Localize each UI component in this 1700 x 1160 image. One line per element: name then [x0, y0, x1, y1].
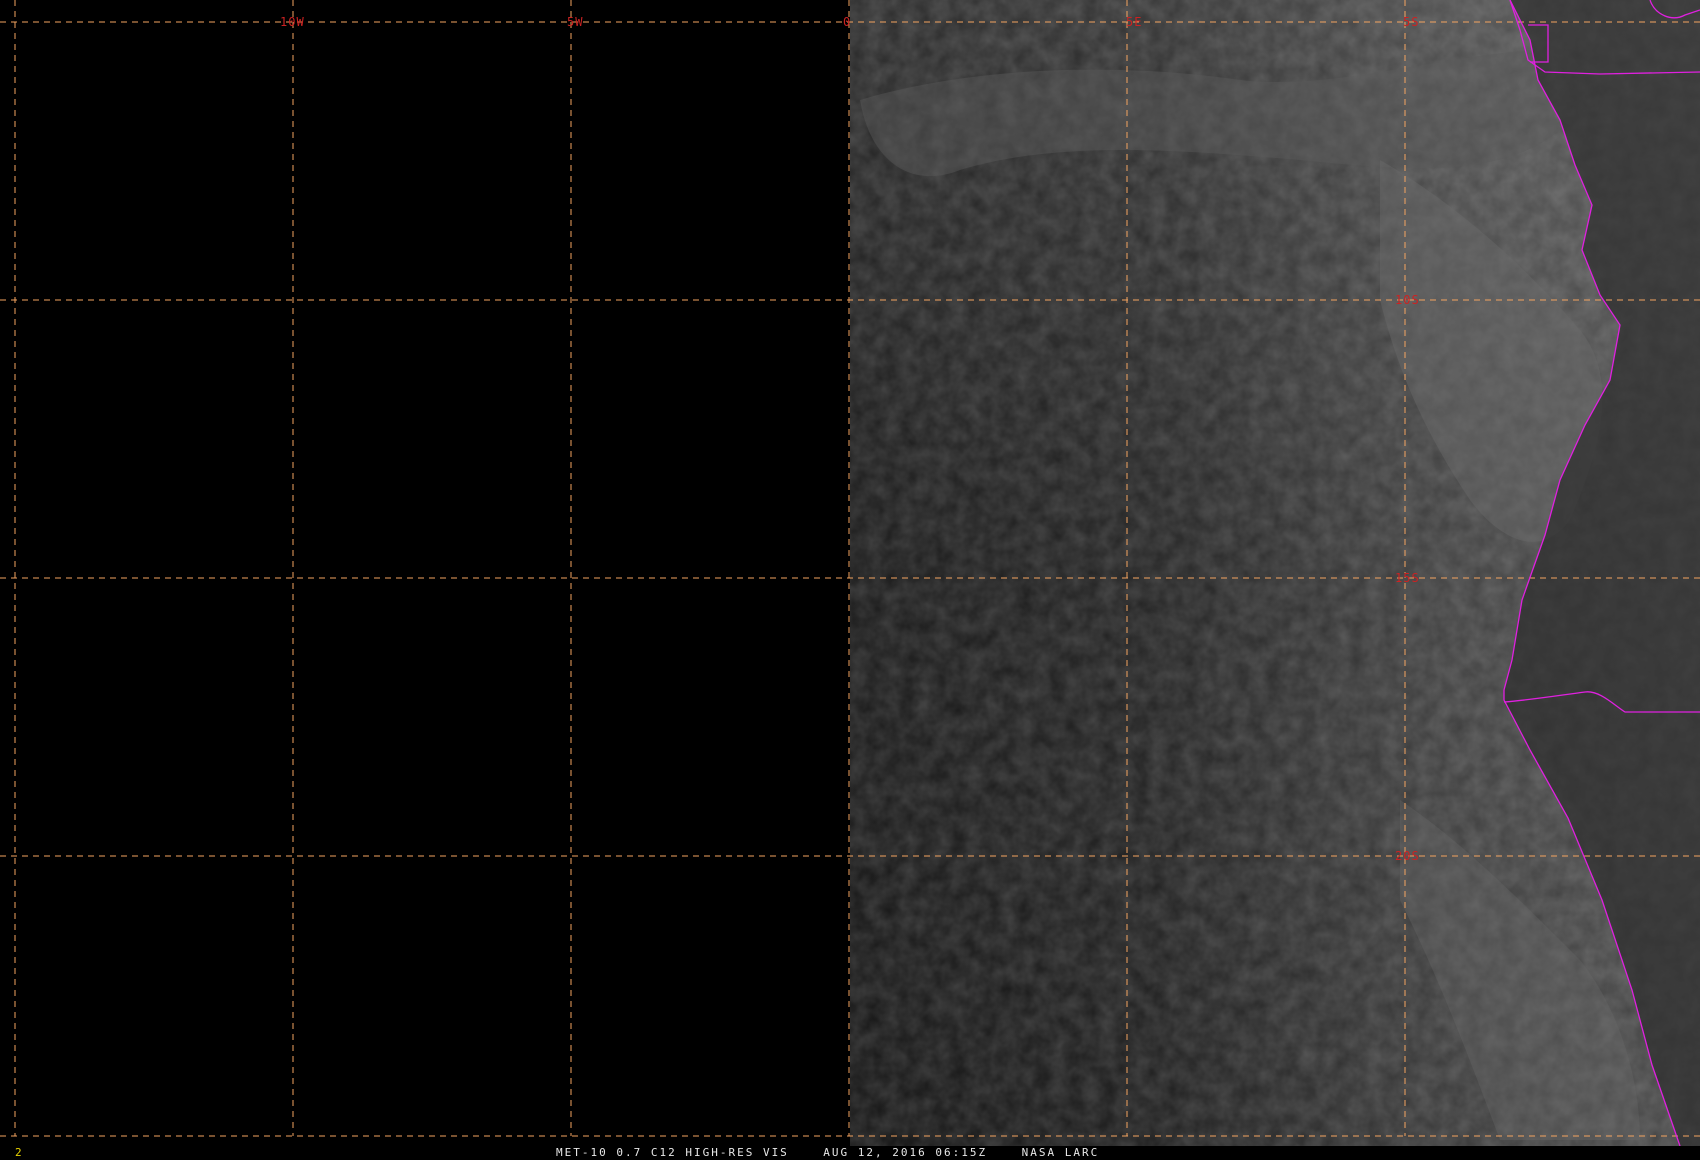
status-bar: 2 MET-10 0.7 C12 HIGH-RES VIS AUG 12, 20… [0, 1146, 1700, 1160]
longitude-label-0: 0 [843, 15, 851, 29]
longitude-label-5w: 5W [567, 15, 583, 29]
image-caption: MET-10 0.7 C12 HIGH-RES VIS AUG 12, 2016… [556, 1146, 1100, 1159]
latitude-label-10s: 10S [1395, 293, 1420, 307]
frame-number: 2 [15, 1146, 24, 1159]
longitude-label-5e: 5E [1126, 15, 1142, 29]
latitude-label-5s: 5S [1403, 15, 1419, 29]
latitude-label-15s: 15S [1395, 571, 1420, 585]
satellite-image-viewer: 10W 5W 0 5E 5S 10S 15S 20S 2 MET-10 0.7 … [0, 0, 1700, 1160]
longitude-label-10w: 10W [280, 15, 305, 29]
latitude-label-20s: 20S [1395, 849, 1420, 863]
satellite-map: 10W 5W 0 5E 5S 10S 15S 20S [0, 0, 1700, 1146]
